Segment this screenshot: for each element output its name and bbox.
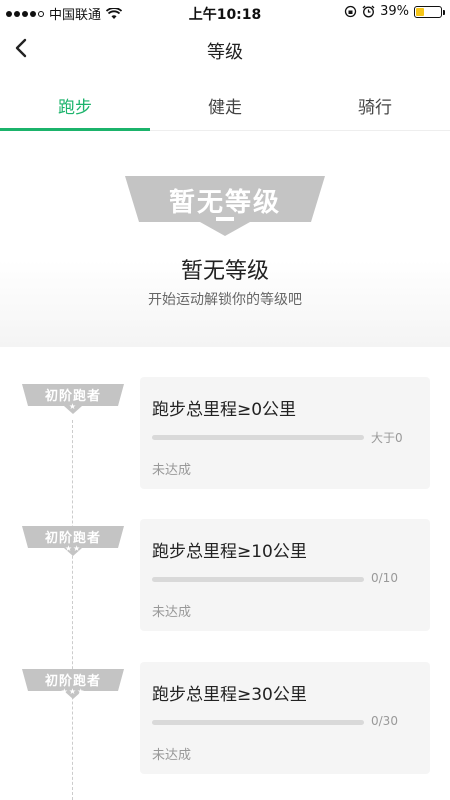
progress-bar [152,577,364,582]
status-right: 39% [344,4,445,19]
level-status: 未达成 [152,605,192,620]
level-badge: 初阶跑者 ★★ [22,526,124,566]
battery-percent: 39% [380,4,409,19]
level-requirement: 跑步总里程≥30公里 [152,685,307,705]
current-level-subtitle: 开始运动解锁你的等级吧 [148,292,302,308]
hero-badge-text: 暂无等级 [168,188,281,218]
level-requirement: 跑步总里程≥0公里 [152,400,297,420]
level-status: 未达成 [152,463,192,478]
badge-stars: ★ [68,402,78,411]
level-card[interactable]: 跑步总里程≥30公里 0/30 未达成 [140,662,430,774]
level-card[interactable]: 跑步总里程≥0公里 大于0 未达成 [140,377,430,489]
current-level-title: 暂无等级 [180,259,269,284]
level-badge: 初阶跑者 ★ [22,384,124,424]
alarm-icon [362,5,375,18]
progress-text: 0/30 [371,714,398,728]
progress-text: 0/10 [371,571,398,585]
hero-badge-dash [216,217,234,221]
timeline-line [72,420,73,800]
progress-bar [152,720,364,725]
sport-tabs: 跑步 健走 骑行 [0,76,450,131]
level-requirement: 跑步总里程≥10公里 [152,542,307,562]
nav-bar: 等级 [0,24,450,76]
tab-cycling[interactable]: 骑行 [300,76,450,130]
level-badge: 初阶跑者 ★★★ [22,669,124,709]
page-title: 等级 [207,42,243,63]
progress-text: 大于0 [371,431,403,445]
level-status: 未达成 [152,748,192,763]
tab-walking[interactable]: 健走 [150,76,300,130]
tab-running[interactable]: 跑步 [0,76,150,131]
status-bar: 中国联通 上午10:18 39% [0,0,450,24]
battery-level [416,7,425,16]
level-card[interactable]: 跑步总里程≥10公里 0/10 未达成 [140,519,430,631]
current-level-section: 暂无等级 暂无等级 开始运动解锁你的等级吧 [0,131,450,347]
battery-icon [414,5,445,18]
badge-stars: ★★★ [60,687,86,696]
progress-bar [152,435,364,440]
badge-stars: ★★ [64,544,82,553]
rotation-lock-icon [344,5,357,18]
